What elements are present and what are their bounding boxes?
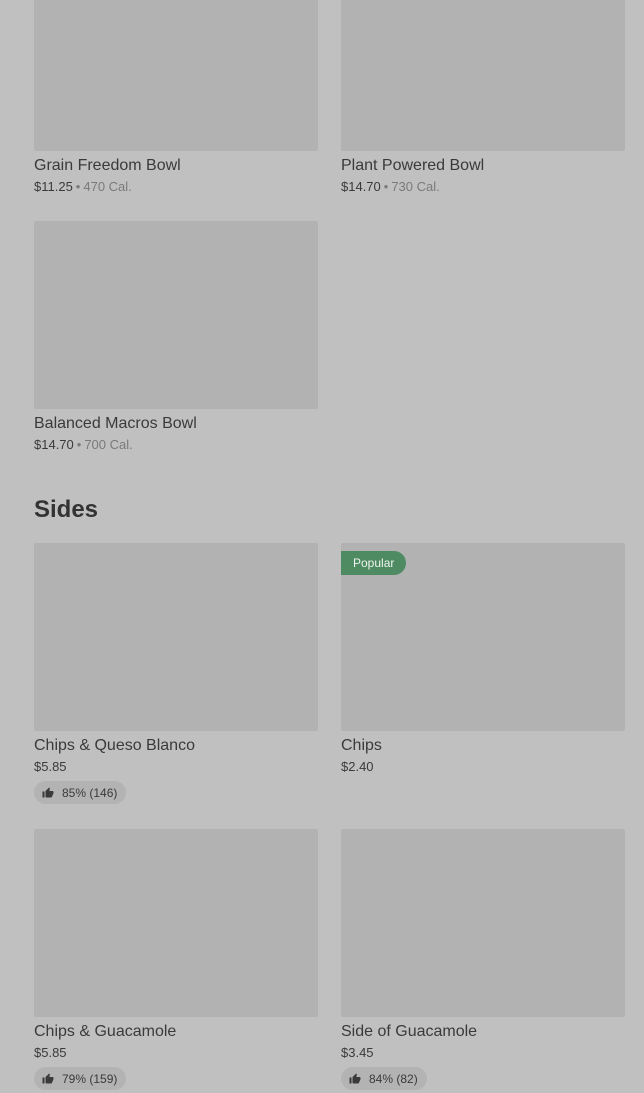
menu-item-price: $14.70 bbox=[34, 437, 74, 452]
rating-pill: 79% (159) bbox=[34, 1067, 127, 1090]
menu-item-price: $3.45 bbox=[341, 1045, 374, 1060]
menu-item-price: $14.70 bbox=[341, 179, 381, 194]
menu-item-card[interactable]: Balanced Macros Bowl $14.70 • 700 Cal. bbox=[34, 221, 318, 453]
menu-item-name: Balanced Macros Bowl bbox=[34, 415, 197, 432]
section-title-sides: Sides bbox=[34, 496, 99, 523]
menu-item-card[interactable]: Side of Guacamole $3.45 84% (82) bbox=[341, 829, 625, 1090]
menu-item-image[interactable] bbox=[34, 829, 318, 1017]
menu-item-meta: $14.70 • 700 Cal. bbox=[34, 437, 318, 453]
menu-item-image[interactable] bbox=[341, 0, 625, 151]
menu-item-image[interactable]: Popular bbox=[341, 543, 625, 731]
menu-item-card[interactable]: Chips & Guacamole $5.85 79% (159) bbox=[34, 829, 318, 1090]
thumbs-up-icon bbox=[349, 1073, 361, 1083]
menu-item-calories: 700 Cal. bbox=[84, 437, 133, 452]
menu-item-name: Side of Guacamole bbox=[341, 1023, 478, 1040]
menu-item-image[interactable] bbox=[34, 543, 318, 731]
rating-pill: 85% (146) bbox=[34, 781, 127, 804]
menu-item-name: Plant Powered Bowl bbox=[341, 157, 485, 174]
menu-item-price: $11.25 bbox=[34, 179, 73, 194]
rating-text: 85% (146) bbox=[62, 785, 118, 800]
menu-item-calories: 730 Cal. bbox=[391, 179, 440, 194]
menu-item-card[interactable]: Grain Freedom Bowl $11.25 • 470 Cal. bbox=[34, 0, 318, 195]
menu-item-calories: 470 Cal. bbox=[83, 179, 132, 194]
meta-separator: • bbox=[383, 179, 389, 194]
menu-item-card[interactable]: Popular Chips $2.40 bbox=[341, 543, 625, 775]
meta-separator: • bbox=[76, 437, 82, 452]
menu-item-card[interactable]: Chips & Queso Blanco $5.85 85% (146) bbox=[34, 543, 318, 804]
menu-item-card[interactable]: Plant Powered Bowl $14.70 • 730 Cal. bbox=[341, 0, 625, 195]
menu-item-name: Grain Freedom Bowl bbox=[34, 157, 181, 174]
popular-badge: Popular bbox=[341, 551, 407, 575]
rating-pill: 84% (82) bbox=[341, 1067, 427, 1090]
menu-item-name: Chips & Queso Blanco bbox=[34, 737, 195, 754]
menu-item-meta: $11.25 • 470 Cal. bbox=[34, 179, 318, 195]
menu-item-image[interactable] bbox=[341, 829, 625, 1017]
menu-item-image[interactable] bbox=[34, 221, 318, 409]
menu-item-name: Chips & Guacamole bbox=[34, 1023, 177, 1040]
thumbs-up-icon bbox=[42, 1073, 54, 1083]
menu-item-price: $5.85 bbox=[34, 1045, 67, 1060]
meta-separator: • bbox=[75, 179, 81, 194]
menu-item-name: Chips bbox=[341, 737, 382, 754]
thumbs-up-icon bbox=[42, 787, 54, 797]
menu-item-price: $5.85 bbox=[34, 759, 67, 774]
rating-text: 79% (159) bbox=[62, 1071, 118, 1086]
menu-item-image[interactable] bbox=[34, 0, 318, 151]
menu-item-price: $2.40 bbox=[341, 759, 374, 774]
rating-text: 84% (82) bbox=[369, 1071, 418, 1086]
menu-item-meta: $14.70 • 730 Cal. bbox=[341, 179, 625, 195]
